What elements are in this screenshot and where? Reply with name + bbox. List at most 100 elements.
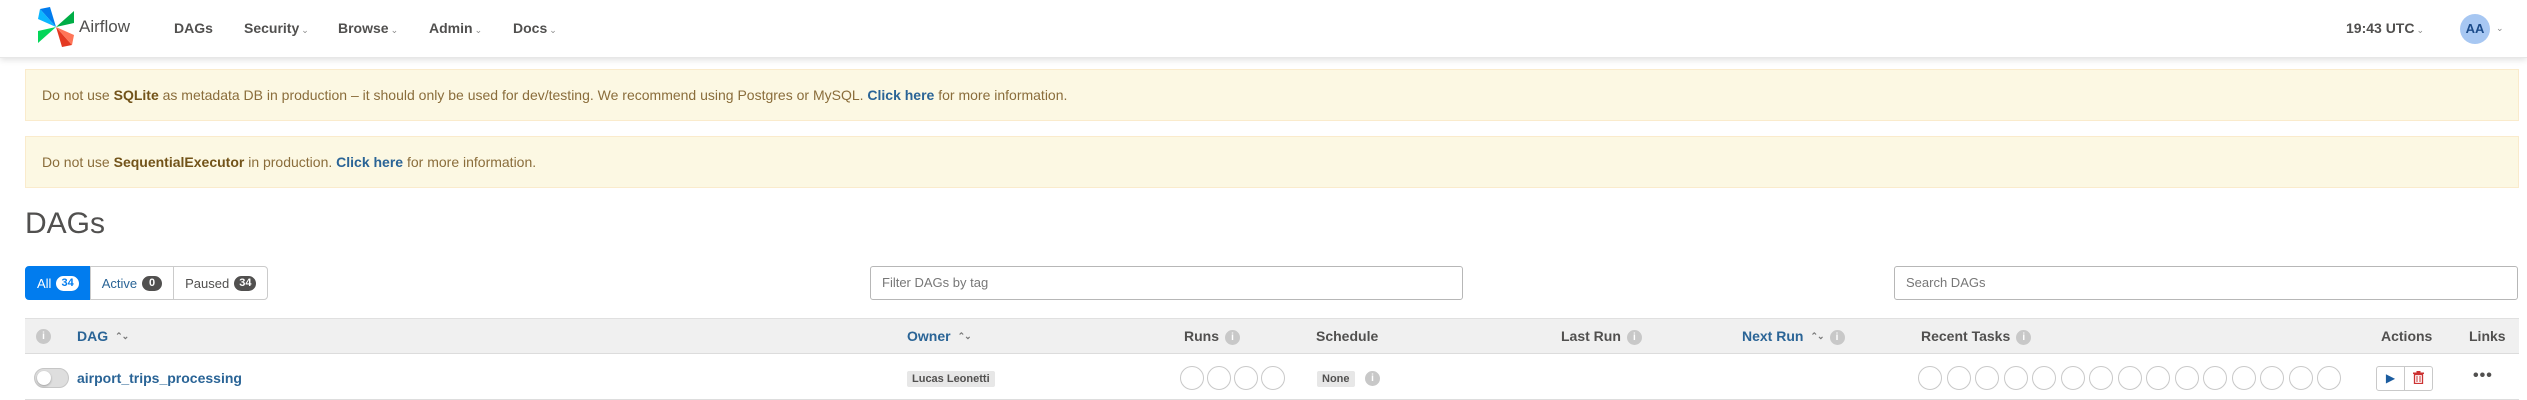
tag-filter-input[interactable]: Filter DAGs by tag — [870, 266, 1463, 300]
task-state-circle[interactable] — [2117, 366, 2142, 390]
nav-security-label: Security — [244, 20, 300, 36]
trigger-dag-button[interactable]: ▶ — [2376, 366, 2405, 391]
dag-id-link[interactable]: airport_trips_processing — [77, 370, 242, 386]
info-circle-icon[interactable]: i — [2016, 330, 2032, 345]
nav-docs[interactable]: Docs ⌄ — [513, 20, 557, 36]
user-avatar[interactable]: AA — [2460, 14, 2490, 44]
nav-dags[interactable]: DAGs — [174, 20, 213, 36]
status-filter-group: All 34 Active 0 Paused 34 — [25, 266, 269, 300]
nav-admin-label: Admin — [429, 20, 473, 36]
filter-active-button[interactable]: Active 0 — [89, 266, 175, 300]
header-last-run-label: Last Run — [1561, 328, 1621, 344]
header-links: Links — [2469, 328, 2506, 344]
alert-text: Do not use — [42, 154, 114, 170]
header-schedule: Schedule — [1316, 328, 1379, 344]
alert-strong: SQLite — [113, 87, 159, 103]
header-owner-label: Owner — [907, 328, 951, 344]
alert-text: for more information. — [403, 154, 537, 170]
alert-text: Do not use — [42, 87, 114, 103]
header-next-run-label: Next Run — [1742, 328, 1804, 344]
header-runs: Runs i — [1184, 328, 1240, 345]
task-state-circle[interactable] — [2146, 366, 2170, 390]
chevron-down-icon: ⌄ — [390, 25, 399, 35]
alert-text: in production. — [244, 154, 337, 170]
chevron-down-icon: ⌄ — [301, 25, 309, 35]
filter-count-badge: 34 — [56, 275, 79, 291]
chevron-down-icon: ⌄ — [474, 25, 483, 35]
info-circle-icon[interactable]: i — [36, 329, 51, 344]
header-last-run: Last Run i — [1561, 328, 1642, 345]
task-state-circle[interactable] — [2032, 366, 2056, 390]
nav-security[interactable]: Security ⌄ — [244, 20, 309, 36]
delete-dag-button[interactable] — [2404, 366, 2433, 391]
nav-docs-label: Docs — [513, 20, 548, 36]
task-state-circle[interactable] — [2317, 366, 2341, 390]
task-state-circle[interactable] — [1975, 366, 1999, 390]
chevron-down-icon: ⌄ — [2416, 25, 2425, 35]
sort-icon: ⌃⌄ — [115, 331, 129, 341]
brand-name[interactable]: Airflow — [79, 17, 130, 37]
task-state-circle[interactable] — [2231, 366, 2256, 390]
nav-dags-label: DAGs — [174, 20, 213, 36]
alert-strong: SequentialExecutor — [113, 154, 245, 170]
sort-icon: ⌃⌄ — [1810, 331, 1824, 341]
task-state-circle[interactable] — [2260, 366, 2284, 390]
info-circle-icon[interactable]: i — [1365, 371, 1380, 386]
alert-text: for more information. — [934, 87, 1068, 103]
nav-browse-label: Browse — [338, 20, 389, 36]
task-state-circle[interactable] — [2089, 366, 2113, 390]
alert-text: as metadata DB in production – it should… — [158, 87, 868, 103]
dag-pause-toggle[interactable] — [34, 368, 69, 388]
header-next-run[interactable]: Next Run ⌃⌄ i — [1742, 328, 1845, 345]
clock-dropdown[interactable]: 19:43 UTC ⌄ — [2346, 20, 2424, 36]
header-recent-tasks: Recent Tasks i — [1921, 328, 2032, 345]
header-actions: Actions — [2381, 328, 2433, 344]
task-state-circle[interactable] — [1918, 366, 1942, 390]
alert-executor: Do not use SequentialExecutor in product… — [25, 136, 2519, 188]
airflow-logo-icon[interactable] — [36, 5, 76, 49]
nav-browse[interactable]: Browse ⌄ — [338, 20, 398, 36]
run-state-circle[interactable] — [1207, 366, 1231, 390]
trash-icon — [2413, 371, 2424, 385]
dags-table-header: i DAG ⌃⌄ Owner ⌃⌄ Runs i Schedule Last Run i… — [25, 318, 2519, 354]
alert-sqlite: Do not use SQLite as metadata DB in prod… — [25, 69, 2519, 121]
header-runs-label: Runs — [1184, 328, 1219, 344]
header-dag-label: DAG — [77, 328, 109, 344]
task-state-circle[interactable] — [2203, 366, 2227, 390]
page-title: DAGs — [25, 207, 106, 240]
chevron-down-icon[interactable]: ⌄ — [2496, 23, 2504, 34]
task-state-circle[interactable] — [1946, 366, 1971, 390]
filter-count-badge: 34 — [234, 275, 257, 291]
task-state-circle[interactable] — [2060, 366, 2085, 390]
play-icon: ▶ — [2385, 371, 2396, 385]
header-dag[interactable]: DAG ⌃⌄ — [77, 328, 129, 344]
info-circle-icon[interactable]: i — [1626, 330, 1642, 345]
alert-link[interactable]: Click here — [336, 154, 403, 170]
filter-paused-button[interactable]: Paused 34 — [173, 266, 269, 300]
run-state-circle[interactable] — [1261, 366, 1285, 390]
toggle-knob — [37, 371, 51, 385]
filter-count-badge: 0 — [142, 275, 163, 291]
chevron-down-icon: ⌄ — [549, 25, 557, 35]
run-state-circle[interactable] — [1180, 366, 1204, 390]
run-state-circle[interactable] — [1234, 366, 1258, 390]
nav-admin[interactable]: Admin ⌄ — [429, 20, 482, 36]
filter-all-button[interactable]: All 34 — [25, 266, 91, 300]
owner-badge[interactable]: Lucas Leonetti — [907, 371, 995, 387]
alert-link[interactable]: Click here — [867, 87, 934, 103]
info-circle-icon[interactable]: i — [1225, 330, 1240, 345]
task-state-circle[interactable] — [2003, 366, 2028, 390]
task-state-circle[interactable] — [2288, 366, 2313, 390]
sort-icon: ⌃⌄ — [957, 331, 972, 341]
filter-label: Active — [101, 275, 138, 291]
ellipsis-icon[interactable]: ••• — [2473, 367, 2493, 385]
task-state-circle[interactable] — [2174, 366, 2199, 390]
schedule-badge: None — [1317, 371, 1355, 387]
top-navbar: Airflow DAGs Security ⌄ Browse ⌄ Admin ⌄ Do… — [0, 0, 2527, 58]
header-owner[interactable]: Owner ⌃⌄ — [907, 328, 972, 344]
filter-label: Paused — [185, 275, 230, 291]
table-row: airport_trips_processing Lucas Leonetti … — [25, 355, 2519, 400]
search-dags-input[interactable]: Search DAGs — [1894, 266, 2518, 300]
header-recent-tasks-label: Recent Tasks — [1921, 328, 2011, 344]
info-circle-icon[interactable]: i — [1829, 330, 1845, 345]
